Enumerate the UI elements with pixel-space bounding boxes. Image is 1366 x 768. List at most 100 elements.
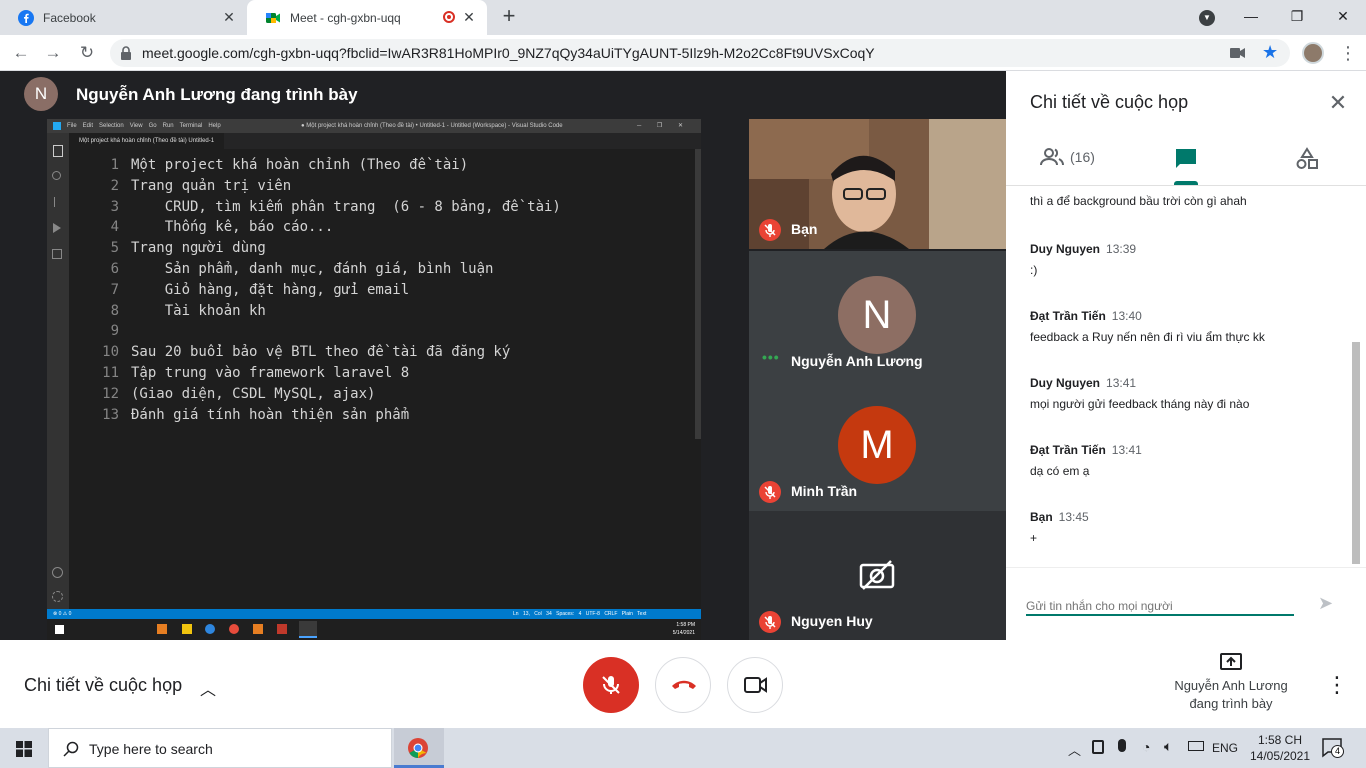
tab-meet[interactable]: Meet - cgh-gxbn-uqq ✕	[247, 0, 487, 35]
shared-clock: 1:58 PM 5/14/2021	[672, 622, 695, 636]
microphone-toggle-button[interactable]	[583, 657, 639, 713]
taskbar-clock[interactable]: 1:58 CH 14/05/2021	[1244, 732, 1316, 764]
message-sender: Bạn	[1030, 510, 1053, 524]
chevron-up-icon[interactable]: ︿	[200, 676, 216, 700]
maximize-button[interactable]: ❐	[1274, 0, 1320, 32]
meeting-details-panel: Chi tiết về cuộc họp ✕ (16) thì a để bac…	[1006, 71, 1366, 640]
code-line[interactable]: (Giao diện, CSDL MySQL, ajax)	[131, 386, 375, 402]
clock-time: 1:58 CH	[1257, 733, 1303, 747]
tab-facebook[interactable]: Facebook ✕	[0, 0, 247, 35]
editor-scrollbar	[695, 149, 701, 439]
new-tab-button[interactable]: +	[498, 5, 520, 28]
participant-avatar: N	[838, 276, 916, 354]
meeting-details-toggle[interactable]: Chi tiết về cuộc họp	[24, 675, 182, 696]
office-icon	[277, 624, 287, 634]
search-icon	[63, 741, 79, 757]
search-placeholder: Type here to search	[89, 741, 213, 757]
battery-icon[interactable]	[1188, 741, 1204, 751]
shared-windows-taskbar: 1:58 PM 5/14/2021	[47, 619, 701, 640]
close-tab-icon[interactable]: ✕	[221, 9, 237, 25]
chat-icon[interactable]	[1174, 147, 1198, 171]
close-tab-icon[interactable]: ✕	[461, 9, 477, 25]
taskbar-search-box[interactable]: Type here to search	[48, 728, 392, 768]
vscode-menu-item: Help	[208, 123, 221, 129]
code-line[interactable]: Tập trung vào framework laravel 8	[131, 365, 409, 381]
chat-message-list: thì a để background bầu trời còn gì ahah…	[1006, 186, 1352, 566]
wifi-icon[interactable]: ◔	[1142, 739, 1150, 755]
people-count: (16)	[1070, 149, 1095, 165]
shared-screen: File Edit Selection View Go Run Terminal Help ●…	[47, 119, 701, 640]
browser-tab-strip: Facebook ✕ Meet - cgh-gxbn-uqq ✕ + ▼ — ❐…	[0, 0, 1366, 35]
line-number: 6	[110, 261, 119, 277]
code-line[interactable]: CRUD, tìm kiếm phân trang (6 - 8 bảng, đ…	[131, 199, 561, 215]
participant-tile-self[interactable]: Bạn	[749, 119, 1006, 249]
edge-icon	[205, 624, 215, 634]
chat-message-input[interactable]	[1026, 598, 1294, 616]
browser-menu-icon[interactable]: ⋮	[1338, 42, 1358, 64]
code-line[interactable]: Sau 20 buổi bảo vệ BTL theo đề tài đã đă…	[131, 344, 510, 360]
code-line[interactable]: Giỏ hàng, đặt hàng, gửi email	[131, 282, 409, 298]
people-icon	[1040, 148, 1064, 166]
camera-icon[interactable]	[1230, 47, 1246, 59]
camera-toggle-button[interactable]	[727, 657, 783, 713]
notification-count: 4	[1331, 745, 1344, 758]
code-line[interactable]: Một project khá hoàn chỉnh (Theo đề tài)	[131, 157, 468, 173]
message-time: 13:39	[1106, 242, 1137, 256]
participant-tile[interactable]: N ••• Nguyễn Anh Lương	[749, 251, 1006, 381]
chat-message: Bạn 13:45 +	[1030, 510, 1089, 545]
chat-message: Duy Nguyen 13:39 :)	[1030, 242, 1136, 277]
chat-scrollbar[interactable]	[1352, 342, 1360, 564]
code-line[interactable]: Đánh giá tính hoàn thiện sản phẩm	[131, 407, 409, 423]
participant-name: Bạn	[791, 221, 818, 237]
send-message-icon[interactable]: ➤	[1318, 592, 1340, 614]
meet-now-icon[interactable]	[1092, 740, 1104, 754]
code-line[interactable]: Trang người dùng	[131, 240, 266, 256]
close-panel-icon[interactable]: ✕	[1326, 91, 1350, 115]
present-screen-icon	[1220, 653, 1242, 670]
vscode-menu-item: Selection	[99, 123, 124, 129]
taskbar-chrome-button[interactable]	[394, 728, 444, 768]
close-window-button[interactable]: ✕	[1320, 0, 1366, 32]
settings-gear-icon	[52, 591, 63, 602]
forward-icon[interactable]: →	[42, 42, 64, 64]
leave-call-button[interactable]	[655, 657, 711, 713]
profile-avatar[interactable]	[1302, 42, 1324, 64]
video-camera-icon	[744, 677, 767, 693]
explorer-icon	[53, 145, 63, 157]
microphone-icon[interactable]	[1118, 739, 1126, 752]
speaker-icon[interactable]: 🔈︎	[1164, 738, 1172, 755]
message-time: 13:45	[1058, 510, 1089, 524]
code-line[interactable]: Trang quản trị viên	[131, 178, 291, 194]
more-options-icon[interactable]: ⋮	[1326, 670, 1348, 700]
present-now-button[interactable]: Nguyễn Anh Lương đang trình bày	[1156, 652, 1306, 713]
line-number: 2	[110, 177, 119, 194]
code-line[interactable]: Tài khoản kh	[131, 303, 266, 319]
tab-people[interactable]: (16)	[1040, 147, 1095, 167]
participant-tile[interactable]: Nguyen Huy	[749, 511, 1006, 641]
activities-icon[interactable]	[1295, 147, 1319, 171]
tab-label: Meet - cgh-gxbn-uqq	[290, 10, 401, 25]
meet-stage: N Nguyễn Anh Lương đang trình bày File Ed…	[0, 71, 1006, 641]
notifications-button[interactable]: 4	[1322, 738, 1344, 758]
vscode-editor: 1 Một project khá hoàn chỉnh (Theo đề tài…	[69, 149, 701, 609]
bookmark-star-icon[interactable]: ★	[1262, 42, 1278, 63]
omnibox[interactable]: meet.google.com/cgh-gxbn-uqq?fbclid=IwAR…	[110, 39, 1290, 67]
code-line[interactable]: Sản phẩm, danh mục, đánh giá, bình luận	[131, 261, 494, 277]
chat-message: Đạt Trần Tiến 13:41 dạ có em ạ	[1030, 443, 1142, 478]
meet-control-bar: Chi tiết về cuộc họp ︿ Nguyễn Anh Lương …	[0, 640, 1366, 728]
code-line[interactable]: Thống kê, báo cáo...	[131, 219, 334, 235]
tab-search-icon[interactable]: ▼	[1199, 10, 1215, 26]
minimize-button[interactable]: —	[1228, 0, 1274, 32]
message-sender: Duy Nguyen	[1030, 242, 1101, 256]
participant-tile[interactable]: M Minh Trần	[749, 381, 1006, 511]
reload-icon[interactable]: ↻	[76, 42, 98, 64]
language-indicator[interactable]: ENG	[1212, 741, 1238, 755]
chevron-up-icon[interactable]: ︿	[1068, 740, 1081, 759]
vscode-menu-item: Edit	[82, 123, 94, 129]
start-button[interactable]	[0, 728, 48, 768]
message-text: mọi người gửi feedback tháng này đi nào	[1030, 397, 1250, 411]
back-icon[interactable]: ←	[10, 42, 32, 64]
lock-icon[interactable]	[120, 46, 132, 60]
vscode-menu: File Edit Selection View Go Run Terminal Help	[67, 119, 227, 133]
vscode-titlebar: File Edit Selection View Go Run Terminal Help ●…	[47, 119, 701, 133]
